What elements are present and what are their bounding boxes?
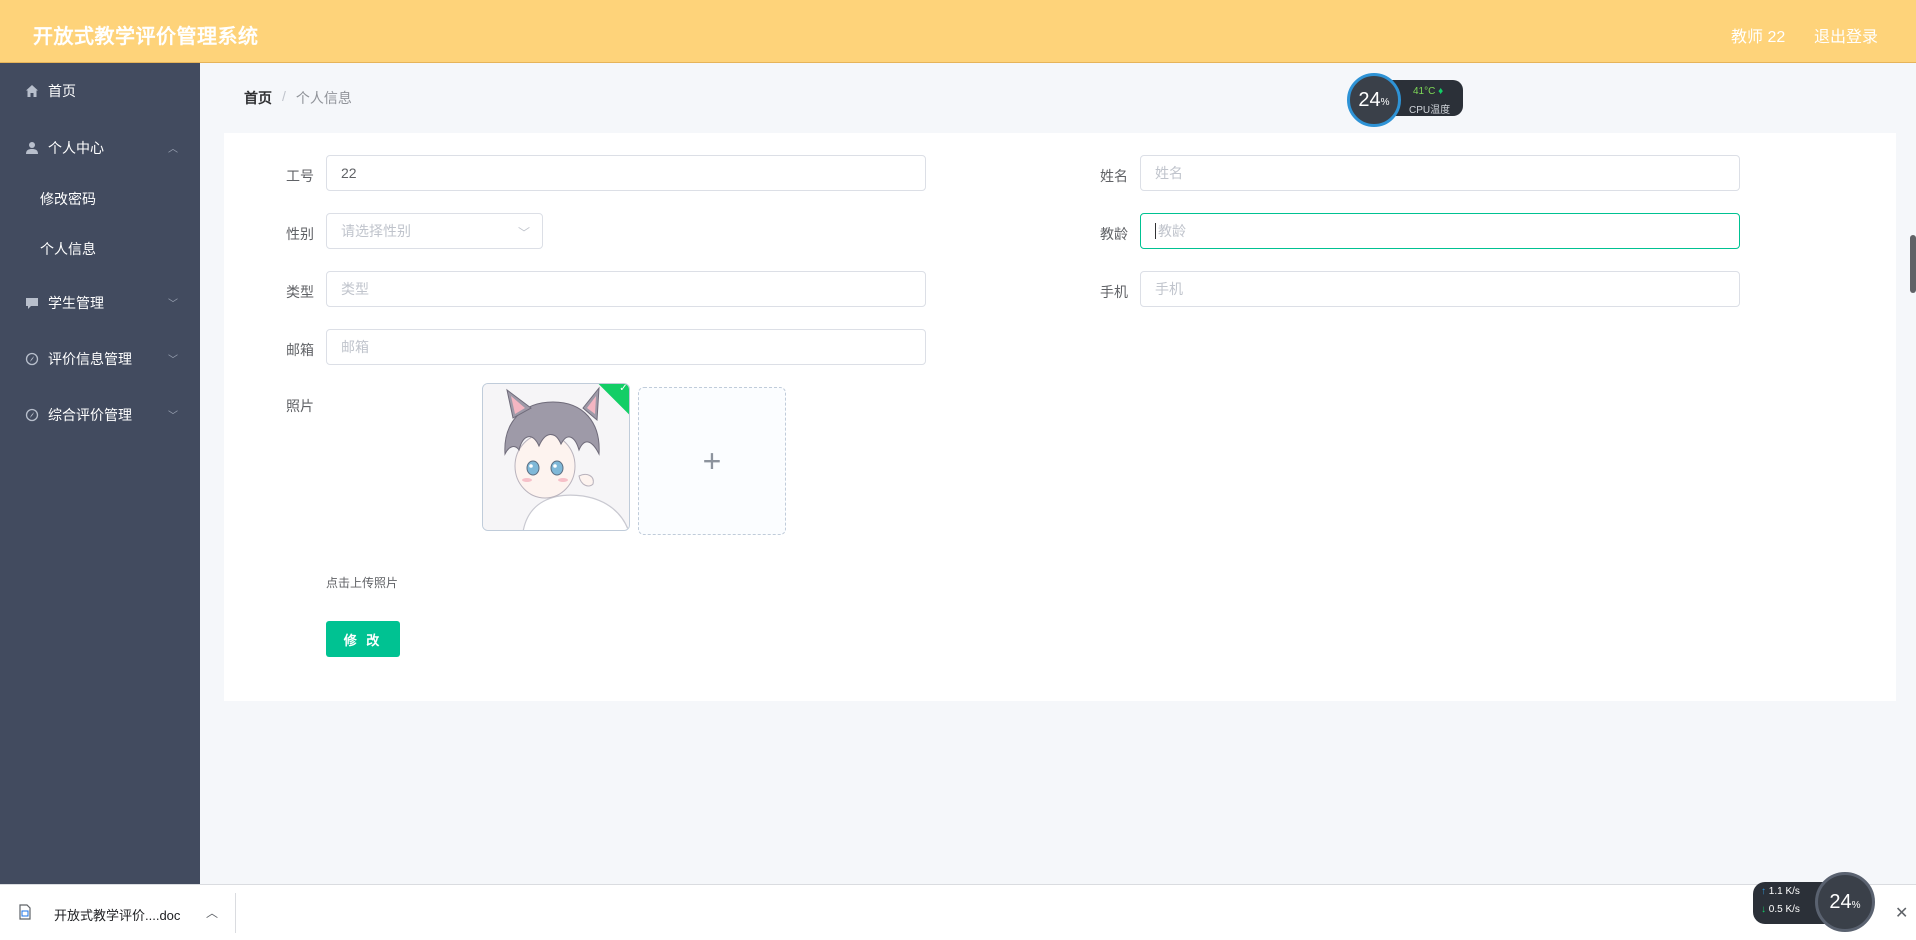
download-speed-unit: K/s: [1785, 904, 1800, 915]
name-input[interactable]: 姓名: [1140, 155, 1740, 191]
document-icon: [18, 904, 32, 923]
chevron-up-icon: ︿: [168, 144, 178, 155]
app-title: 开放式教学评价管理系统: [33, 26, 259, 48]
job-number-value: 22: [341, 165, 357, 181]
cpu-temperature-label: CPU温度: [1409, 105, 1451, 116]
breadcrumb-current: 个人信息: [295, 90, 352, 106]
name-label: 姓名: [1100, 168, 1128, 184]
chat-icon: [24, 295, 40, 311]
breadcrumb-separator: /: [282, 88, 286, 104]
cpu-temperature: 41°C ♦: [1413, 86, 1443, 97]
chevron-down-icon: ﹀: [517, 226, 530, 240]
upload-speed-value: 1.1: [1768, 886, 1783, 897]
chevron-up-icon[interactable]: ︿: [206, 904, 218, 921]
top-header: 开放式教学评价管理系统 教师 22 退出登录: [0, 0, 1916, 63]
phone-input[interactable]: 手机: [1140, 271, 1740, 307]
sidebar: 首页 个人中心 ︿ 修改密码 个人信息 学生管理 ﹀ 评价信息管理 ﹀ 综合评价…: [0, 63, 200, 884]
close-icon[interactable]: ✕: [1895, 903, 1908, 923]
email-placeholder: 邮箱: [341, 339, 369, 355]
cpu-usage-value: 24: [1358, 88, 1381, 111]
download-bar: 开放式教学评价....doc ︿ ✕: [0, 884, 1916, 940]
network-speed-widget[interactable]: ↑ 1.1 K/s ↓ 0.5 K/s 24%: [1753, 872, 1877, 932]
add-photo-button[interactable]: +: [638, 387, 786, 535]
avatar-illustration: [483, 384, 629, 530]
breadcrumb-home[interactable]: 首页: [244, 88, 272, 108]
current-user: 教师 22: [1731, 29, 1786, 46]
compass-icon: [24, 407, 40, 423]
upload-speed-unit: K/s: [1785, 886, 1800, 897]
profile-form-card: 工号 22 姓名 姓名 性别 请选择性别 ﹀ 教龄 教龄 类型 类型 手机 手机…: [224, 133, 1896, 701]
download-bar-divider: [235, 893, 236, 933]
sidebar-item-student-management[interactable]: 学生管理 ﹀: [0, 283, 200, 323]
sidebar-subitem-personal-info[interactable]: 个人信息: [0, 229, 200, 269]
sidebar-item-personal-center[interactable]: 个人中心 ︿: [0, 128, 200, 168]
chevron-down-icon: ﹀: [168, 299, 178, 310]
teaching-age-label: 教龄: [1100, 226, 1128, 242]
gender-label: 性别: [286, 226, 314, 242]
type-placeholder: 类型: [341, 281, 369, 297]
download-speed: ↓ 0.5 K/s: [1761, 904, 1800, 915]
type-label: 类型: [286, 284, 314, 300]
chevron-down-icon: ﹀: [168, 355, 178, 366]
sidebar-item-comprehensive-evaluation[interactable]: 综合评价管理 ﹀: [0, 395, 200, 435]
cpu-usage-gauge-small: 24%: [1815, 872, 1875, 932]
gender-placeholder: 请选择性别: [341, 223, 411, 239]
sidebar-item-label: 首页: [48, 83, 76, 99]
upload-tip: 点击上传照片: [326, 576, 399, 590]
cpu-usage-unit: %: [1380, 97, 1390, 108]
email-label: 邮箱: [286, 342, 314, 358]
cpu-temperature-value: 41°C: [1413, 86, 1436, 97]
gender-select[interactable]: 请选择性别 ﹀: [326, 213, 543, 249]
logout-link[interactable]: 退出登录: [1814, 23, 1878, 47]
teaching-age-input[interactable]: 教龄: [1140, 213, 1740, 249]
type-input[interactable]: 类型: [326, 271, 926, 307]
cpu-usage-unit: %: [1851, 899, 1861, 911]
leaf-icon: ♦: [1438, 86, 1444, 97]
submit-button[interactable]: 修 改: [326, 621, 400, 657]
breadcrumb: 首页 / 个人信息: [244, 88, 352, 108]
uploaded-photo[interactable]: ✓: [482, 383, 630, 531]
compass-icon: [24, 351, 40, 367]
phone-placeholder: 手机: [1155, 281, 1183, 297]
download-speed-value: 0.5: [1768, 904, 1783, 915]
text-caret: [1155, 223, 1156, 239]
user-icon: [24, 140, 40, 156]
home-icon: [24, 83, 40, 99]
sidebar-item-label: 个人中心: [48, 140, 104, 156]
teaching-age-placeholder: 教龄: [1158, 223, 1186, 239]
phone-label: 手机: [1100, 284, 1128, 300]
chevron-down-icon: ﹀: [168, 411, 178, 422]
plus-icon: +: [702, 442, 722, 479]
check-icon: ✓: [619, 383, 628, 394]
sidebar-item-home[interactable]: 首页: [0, 71, 200, 111]
photo-label: 照片: [286, 398, 314, 414]
upload-speed: ↑ 1.1 K/s: [1761, 886, 1800, 897]
cpu-usage-gauge: 24%: [1347, 73, 1401, 127]
sidebar-subitem-label: 个人信息: [40, 241, 96, 257]
side-scroll-handle[interactable]: [1910, 235, 1916, 293]
sidebar-item-label: 综合评价管理: [48, 407, 132, 423]
cpu-usage-value: 24: [1829, 890, 1852, 913]
sidebar-item-evaluation-info[interactable]: 评价信息管理 ﹀: [0, 339, 200, 379]
arrow-down-icon: ↓: [1761, 904, 1766, 915]
sidebar-item-label: 评价信息管理: [48, 351, 132, 367]
sidebar-subitem-change-password[interactable]: 修改密码: [0, 179, 200, 219]
name-placeholder: 姓名: [1155, 165, 1183, 181]
job-number-input[interactable]: 22: [326, 155, 926, 191]
cpu-monitor-widget[interactable]: 24% 41°C ♦ CPU温度: [1347, 73, 1463, 127]
arrow-up-icon: ↑: [1761, 886, 1766, 897]
download-file-name[interactable]: 开放式教学评价....doc: [54, 905, 180, 924]
job-number-label: 工号: [286, 168, 314, 184]
sidebar-subitem-label: 修改密码: [40, 191, 96, 207]
email-input[interactable]: 邮箱: [326, 329, 926, 365]
sidebar-item-label: 学生管理: [48, 295, 104, 311]
